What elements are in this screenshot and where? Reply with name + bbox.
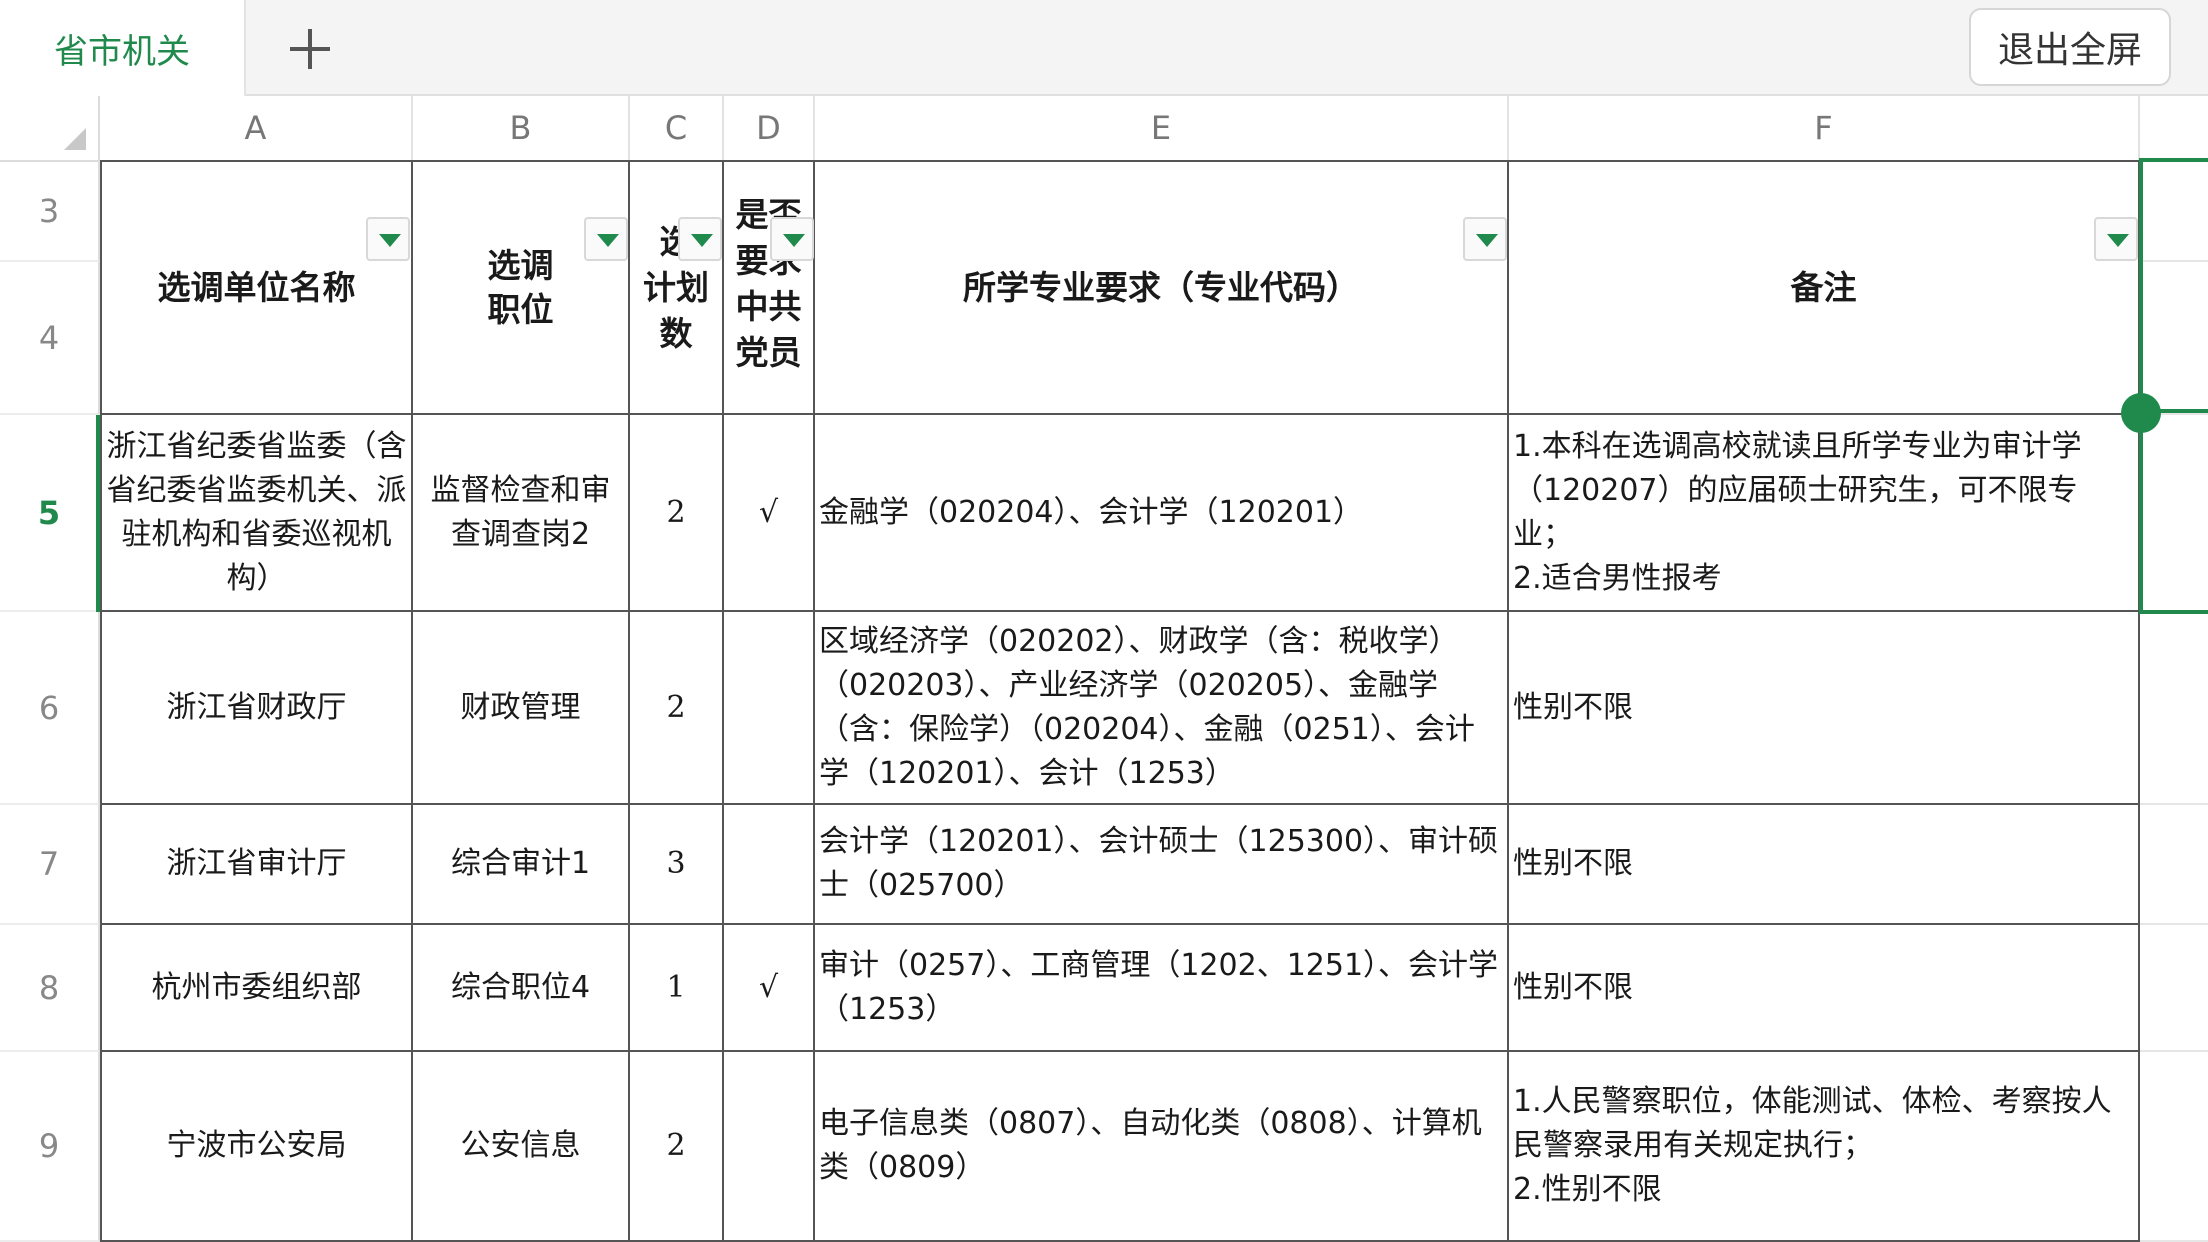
table-cell-party[interactable] xyxy=(724,1052,815,1242)
select-all-triangle-icon xyxy=(64,128,86,150)
column-header-e[interactable]: E xyxy=(815,96,1509,162)
table-cell-position[interactable]: 综合审计1 xyxy=(413,805,630,925)
column-header-a[interactable]: A xyxy=(100,96,413,162)
header-party[interactable]: 是否 要求 中共 党员 xyxy=(724,162,815,415)
filter-dropdown-icon[interactable] xyxy=(678,217,722,261)
empty-cell[interactable] xyxy=(2140,805,2208,925)
table-cell-party[interactable]: √ xyxy=(724,415,815,612)
table-cell-unit[interactable]: 浙江省纪委省监委（含省纪委省监委机关、派驻机构和省委巡视机构） xyxy=(102,415,413,612)
row-header-6[interactable]: 6 xyxy=(0,612,100,805)
table-cell-major[interactable]: 电子信息类（0807）、自动化类（0808）、计算机类（0809） xyxy=(815,1052,1509,1242)
header-unit[interactable]: 选调单位名称 xyxy=(102,162,413,415)
row-header-5[interactable]: 5 xyxy=(0,415,100,612)
selection-drag-handle[interactable] xyxy=(2121,393,2161,433)
empty-cell[interactable] xyxy=(2140,1052,2208,1242)
sheet-tab-bar: 省市机关 退出全屏 xyxy=(0,0,2208,96)
filter-dropdown-icon[interactable] xyxy=(584,217,628,261)
table-cell-unit[interactable]: 杭州市委组织部 xyxy=(102,925,413,1052)
select-all-corner[interactable] xyxy=(0,96,100,162)
table-cell-position[interactable]: 公安信息 xyxy=(413,1052,630,1242)
row-header-4[interactable]: 4 xyxy=(0,262,100,415)
header-position[interactable]: 选调 职位 xyxy=(413,162,630,415)
table-cell-plan[interactable]: 2 xyxy=(630,415,724,612)
table-cell-major[interactable]: 金融学（020204）、会计学（120201） xyxy=(815,415,1509,612)
row-header-9[interactable]: 9 xyxy=(0,1052,100,1242)
table-cell-position[interactable]: 综合职位4 xyxy=(413,925,630,1052)
table-cell-plan[interactable]: 3 xyxy=(630,805,724,925)
table-cell-unit[interactable]: 宁波市公安局 xyxy=(102,1052,413,1242)
table-cell-note[interactable]: 性别不限 xyxy=(1509,925,2140,1052)
column-header-b[interactable]: B xyxy=(413,96,630,162)
filter-dropdown-icon[interactable] xyxy=(366,217,410,261)
filter-dropdown-icon[interactable] xyxy=(2094,217,2138,261)
table-cell-note[interactable]: 1.本科在选调高校就读且所学专业为审计学（120207）的应届硕士研究生，可不限… xyxy=(1509,415,2140,612)
table-cell-party[interactable]: √ xyxy=(724,925,815,1052)
table-cell-position[interactable]: 财政管理 xyxy=(413,612,630,805)
header-plan[interactable]: 选 计划 数 xyxy=(630,162,724,415)
row-header-8[interactable]: 8 xyxy=(0,925,100,1052)
table-cell-plan[interactable]: 2 xyxy=(630,612,724,805)
table-cell-major[interactable]: 区域经济学（020202）、财政学（含：税收学）（020203）、产业经济学（0… xyxy=(815,612,1509,805)
cell-selection-border xyxy=(2139,158,2208,614)
row-header-3[interactable]: 3 xyxy=(0,162,100,262)
table-cell-plan[interactable]: 1 xyxy=(630,925,724,1052)
exit-fullscreen-button[interactable]: 退出全屏 xyxy=(1969,8,2171,86)
column-header-f[interactable]: F xyxy=(1509,96,2140,162)
table-cell-note[interactable]: 1.人民警察职位，体能测试、体检、考察按人民警察录用有关规定执行； 2.性别不限 xyxy=(1509,1052,2140,1242)
filter-dropdown-icon[interactable] xyxy=(770,217,814,261)
table-cell-party[interactable] xyxy=(724,612,815,805)
table-cell-note[interactable]: 性别不限 xyxy=(1509,612,2140,805)
table-cell-plan[interactable]: 2 xyxy=(630,1052,724,1242)
column-header-g[interactable] xyxy=(2140,96,2208,162)
sheet-tab-active[interactable]: 省市机关 xyxy=(0,0,246,96)
empty-cell[interactable] xyxy=(2140,925,2208,1052)
header-note[interactable]: 备注 xyxy=(1509,162,2140,415)
table-cell-major[interactable]: 审计（0257）、工商管理（1202、1251）、会计学（1253） xyxy=(815,925,1509,1052)
table-cell-note[interactable]: 性别不限 xyxy=(1509,805,2140,925)
table-cell-party[interactable] xyxy=(724,805,815,925)
header-major[interactable]: 所学专业要求（专业代码） xyxy=(815,162,1509,415)
row-header-7[interactable]: 7 xyxy=(0,805,100,925)
empty-cell[interactable] xyxy=(2140,612,2208,805)
table-cell-unit[interactable]: 浙江省财政厅 xyxy=(102,612,413,805)
filter-dropdown-icon[interactable] xyxy=(1463,217,1507,261)
table-cell-major[interactable]: 会计学（120201）、会计硕士（125300）、审计硕士（025700） xyxy=(815,805,1509,925)
table-cell-unit[interactable]: 浙江省审计厅 xyxy=(102,805,413,925)
table-cell-position[interactable]: 监督检查和审查调查岗2 xyxy=(413,415,630,612)
plus-icon xyxy=(290,29,330,69)
column-header-c[interactable]: C xyxy=(630,96,724,162)
add-sheet-button[interactable] xyxy=(270,14,350,84)
column-header-d[interactable]: D xyxy=(724,96,815,162)
